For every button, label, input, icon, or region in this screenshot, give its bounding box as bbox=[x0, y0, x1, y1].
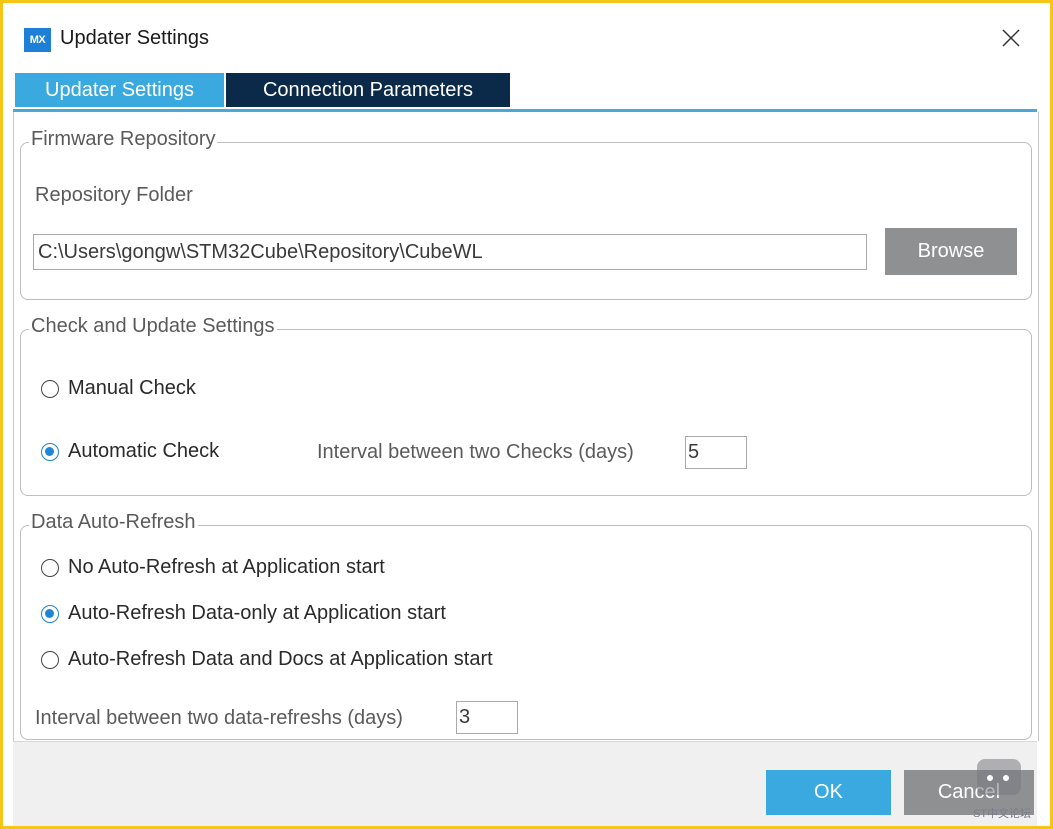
dialog-window: MX Updater Settings Updater Settings Con… bbox=[0, 0, 1053, 829]
auto-refresh-data-only-radio[interactable]: Auto-Refresh Data-only at Application st… bbox=[41, 602, 446, 625]
tab-connection-parameters[interactable]: Connection Parameters bbox=[226, 73, 510, 107]
close-button[interactable] bbox=[996, 23, 1026, 53]
refresh-interval-label: Interval between two data-refreshs (days… bbox=[35, 707, 403, 729]
title-bar: MX Updater Settings bbox=[3, 3, 1050, 65]
auto-refresh-data-docs-label: Auto-Refresh Data and Docs at Applicatio… bbox=[68, 648, 493, 670]
manual-check-label: Manual Check bbox=[68, 377, 196, 399]
ok-button[interactable]: OK bbox=[766, 770, 891, 815]
repository-folder-input[interactable]: C:\Users\gongw\STM32Cube\Repository\Cube… bbox=[33, 234, 867, 270]
browse-button[interactable]: Browse bbox=[885, 228, 1017, 275]
data-refresh-legend: Data Auto-Refresh bbox=[29, 511, 198, 534]
auto-refresh-data-docs-radio[interactable]: Auto-Refresh Data and Docs at Applicatio… bbox=[41, 648, 493, 671]
radio-button[interactable] bbox=[41, 379, 59, 398]
firmware-repository-group: Firmware Repository Repository Folder C:… bbox=[20, 128, 1032, 300]
tab-updater-settings[interactable]: Updater Settings bbox=[15, 73, 224, 107]
automatic-check-radio[interactable]: Automatic Check bbox=[41, 440, 219, 463]
automatic-check-label: Automatic Check bbox=[68, 440, 220, 462]
data-refresh-group: Data Auto-Refresh No Auto-Refresh at App… bbox=[20, 511, 1032, 740]
radio-button-selected[interactable] bbox=[41, 604, 59, 623]
refresh-interval-input[interactable]: 3 bbox=[456, 701, 518, 734]
auto-refresh-data-only-label: Auto-Refresh Data-only at Application st… bbox=[68, 602, 446, 624]
radio-button[interactable] bbox=[41, 650, 59, 669]
manual-check-radio[interactable]: Manual Check bbox=[41, 377, 196, 400]
close-icon bbox=[1002, 29, 1020, 47]
radio-button-selected[interactable] bbox=[41, 442, 59, 461]
check-update-group: Check and Update Settings Manual Check A… bbox=[20, 315, 1032, 496]
radio-button[interactable] bbox=[41, 558, 59, 577]
no-auto-refresh-radio[interactable]: No Auto-Refresh at Application start bbox=[41, 556, 385, 579]
firmware-repository-legend: Firmware Repository bbox=[29, 128, 218, 151]
repository-folder-label: Repository Folder bbox=[35, 184, 193, 206]
tab-bar: Updater Settings Connection Parameters bbox=[13, 73, 1037, 112]
check-interval-input[interactable]: 5 bbox=[685, 436, 747, 469]
dialog-footer: OK Cancel bbox=[13, 741, 1037, 826]
tab-content: Firmware Repository Repository Folder C:… bbox=[13, 112, 1039, 741]
cancel-button[interactable]: Cancel bbox=[904, 770, 1034, 815]
check-interval-label: Interval between two Checks (days) bbox=[317, 441, 634, 463]
app-logo-icon: MX bbox=[24, 28, 51, 52]
check-update-legend: Check and Update Settings bbox=[29, 315, 277, 338]
no-auto-refresh-label: No Auto-Refresh at Application start bbox=[68, 556, 385, 578]
window-title: Updater Settings bbox=[60, 27, 209, 49]
